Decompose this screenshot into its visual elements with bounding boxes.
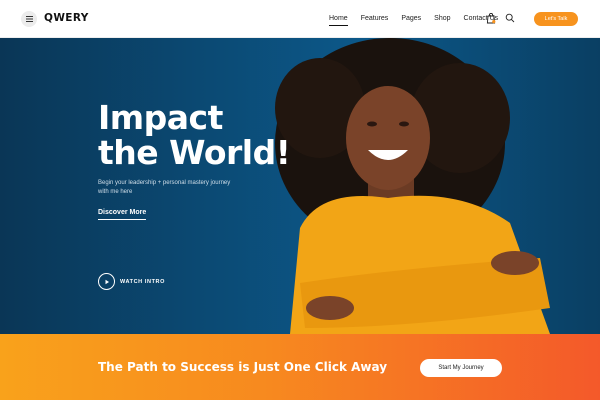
hero-title-line-1: Impact (98, 98, 223, 137)
watch-intro-button[interactable]: WATCH INTRO (98, 273, 165, 290)
site-header: QWERY Home Features Pages Shop Contact U… (0, 0, 600, 38)
nav-item-pages[interactable]: Pages (401, 14, 421, 23)
site-logo[interactable]: QWERY (44, 12, 89, 24)
banner-text: The Path to Success is Just One Click Aw… (98, 360, 388, 374)
play-icon (105, 279, 109, 284)
search-icon[interactable] (505, 13, 515, 23)
hero-title: Impact the World! (98, 98, 291, 172)
hero-photo (275, 38, 550, 334)
discover-more-link[interactable]: Discover More (98, 209, 147, 220)
main-nav: Home Features Pages Shop Contact Us (329, 14, 511, 26)
hero-subtitle: Begin your leadership + personal mastery… (98, 180, 231, 195)
play-circle[interactable] (98, 273, 115, 290)
cta-banner: The Path to Success is Just One Click Aw… (0, 334, 600, 400)
lets-talk-button[interactable]: Let's Talk (534, 12, 578, 26)
shopping-bag-icon[interactable] (486, 13, 496, 24)
nav-item-shop[interactable]: Shop (434, 14, 450, 23)
start-journey-button[interactable]: Start My Journey (420, 359, 502, 377)
hero-title-line-2: the World! (98, 133, 291, 172)
watch-intro-label: WATCH INTRO (120, 278, 165, 285)
menu-button[interactable] (21, 11, 37, 27)
nav-item-home[interactable]: Home (329, 14, 348, 26)
nav-item-features[interactable]: Features (361, 14, 389, 23)
hamburger-icon (25, 16, 33, 22)
page: QWERY Home Features Pages Shop Contact U… (0, 0, 600, 400)
hero-section: Impact the World! Begin your leadership … (0, 38, 600, 334)
